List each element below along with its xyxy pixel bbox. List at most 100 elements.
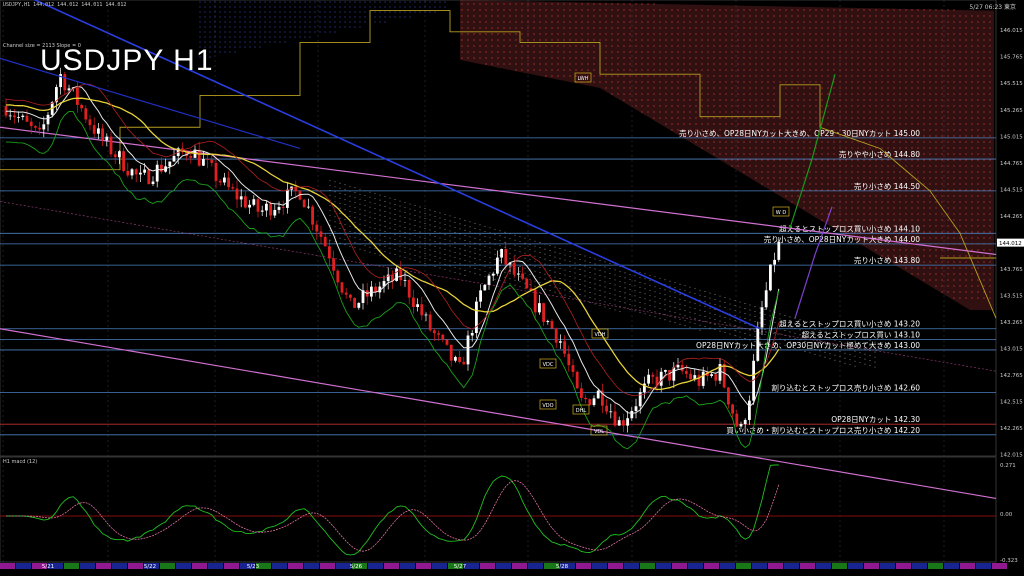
cloud-dot-blue [374,21,376,23]
cloud-dot-white [504,246,506,248]
cloud-dot [929,201,931,203]
cloud-dot [803,207,805,209]
cloud-dot-white [339,227,341,229]
cloud-dot [467,3,469,5]
cloud-dot [683,57,685,59]
cloud-dot-blue [419,1,421,3]
cloud-dot [773,183,775,185]
cloud-dot [575,3,577,5]
cloud-dot-blue [239,26,241,28]
cloud-dot [815,213,817,215]
cloud-dot [977,159,979,161]
cloud-dot [839,183,841,185]
cloud-dot [959,69,961,71]
cloud-dot-white [374,218,376,220]
cloud-dot [815,201,817,203]
cloud-dot-white [339,207,341,209]
cloud-dot [941,81,943,83]
cloud-dot [935,81,937,83]
cloud-dot [863,81,865,83]
cloud-dot-white [679,323,681,325]
cloud-dot [929,207,931,209]
cloud-dot [683,99,685,101]
cloud-dot [845,15,847,17]
cloud-dot [743,57,745,59]
cloud-dot [983,117,985,119]
cloud-dot-white [449,230,451,232]
cloud-dot-white [334,216,336,218]
cloud-dot [851,15,853,17]
cloud-dot [911,171,913,173]
cloud-dot-blue [299,11,301,13]
cloud-dot [857,195,859,197]
cloud-dot [839,57,841,59]
cloud-dot [911,123,913,125]
candle-body [323,236,327,247]
cloud-dot [521,21,523,23]
cloud-dot [683,33,685,35]
cloud-dot [851,51,853,53]
cloud-dot [977,99,979,101]
cloud-dot [845,105,847,107]
cloud-dot-white [579,274,581,275]
cloud-dot-white [344,204,346,206]
cloud-dot [911,87,913,89]
cloud-dot [641,3,643,5]
cloud-dot [833,63,835,65]
cloud-dot-white [479,244,481,246]
cloud-dot-white [474,227,476,229]
cloud-dot [641,21,643,23]
cloud-dot [983,63,985,65]
cloud-dot [905,213,907,215]
cloud-dot [761,153,763,155]
cloud-dot-blue [429,11,431,13]
cloud-dot [779,15,781,17]
cloud-dot [617,93,619,95]
cloud-dot [905,57,907,59]
cloud-dot [791,111,793,113]
cloud-dot-white [469,226,471,228]
cloud-dot-white [704,301,706,303]
cloud-dot [881,165,883,167]
cloud-dot [641,87,643,89]
cloud-dot-blue [254,36,256,38]
cloud-dot [977,63,979,65]
cloud-dot [845,63,847,65]
cloud-dot [791,141,793,143]
cloud-dot [893,93,895,95]
cloud-dot [833,201,835,203]
cloud-dot [869,123,871,125]
cloud-dot [833,183,835,185]
cloud-dot [845,75,847,77]
cloud-dot [773,75,775,77]
cloud-dot [503,45,505,47]
cloud-dot [575,51,577,53]
cloud-dot [875,57,877,59]
cloud-dot [755,165,757,167]
cloud-dot [959,51,961,53]
candle-body [172,156,176,162]
cloud-dot [785,105,787,107]
cloud-dot [653,21,655,23]
cloud-dot [833,213,835,215]
cloud-dot [941,237,943,239]
cloud-dot [533,27,535,29]
cloud-dot [773,171,775,173]
cloud-dot [881,147,883,149]
cloud-dot [977,81,979,83]
cloud-dot [785,75,787,77]
cloud-dot-white [329,204,331,206]
cloud-dot [827,213,829,215]
cloud-dot [503,9,505,11]
cloud-dot [779,159,781,161]
cloud-dot-white [679,318,681,320]
cloud-dot [863,27,865,29]
cloud-dot-white [429,259,431,261]
cloud-dot [857,27,859,29]
cloud-dot [947,129,949,131]
cloud-dot [827,15,829,17]
cloud-dot-blue [304,16,306,18]
cloud-dot-white [499,235,501,237]
cloud-dot [701,15,703,17]
cloud-dot-white [684,320,686,322]
